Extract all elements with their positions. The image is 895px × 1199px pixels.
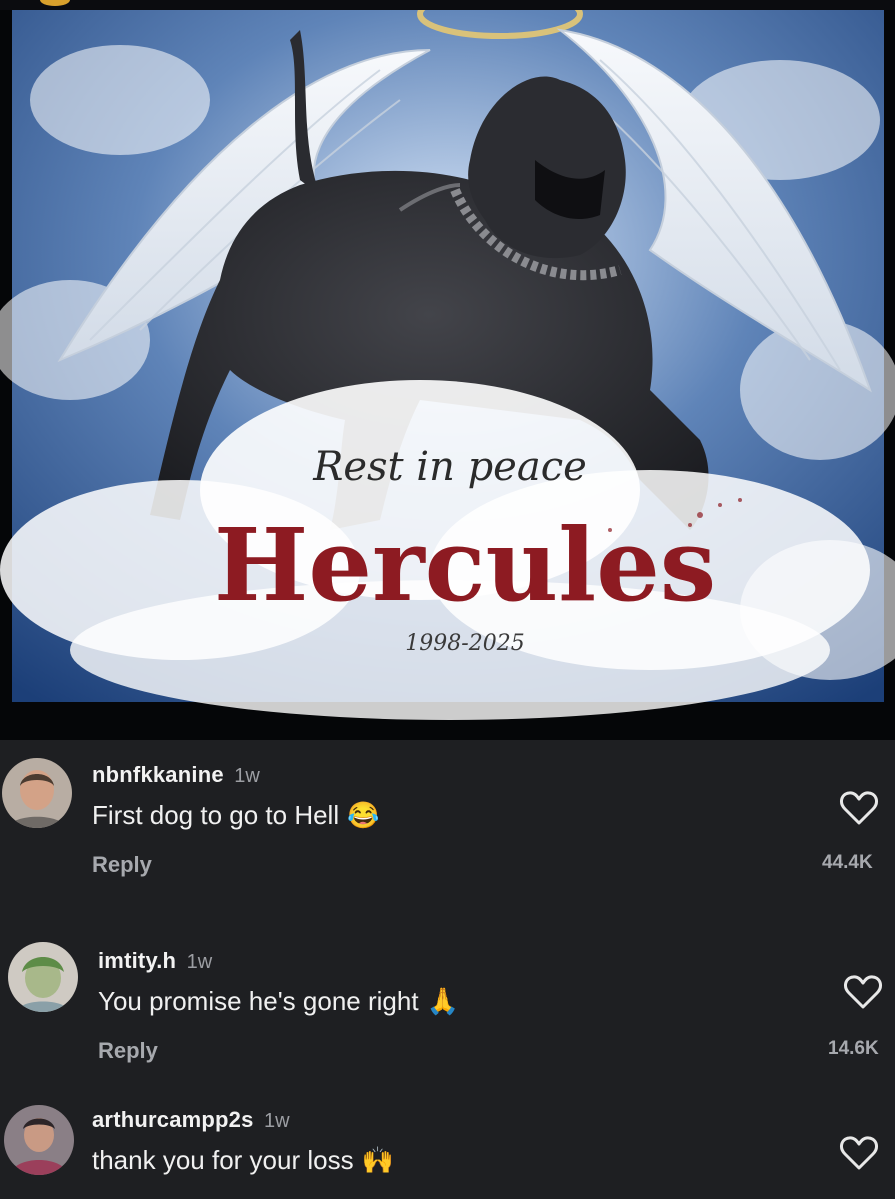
comment-body: thank you for your loss [92, 1145, 354, 1175]
memorial-artwork: Rest in peace Hercules 1998-2025 [0, 10, 895, 720]
status-strip [0, 0, 895, 10]
reply-button[interactable]: Reply [92, 852, 152, 878]
comment-header: nbnfkkanine 1w [92, 762, 260, 788]
heart-outline-icon[interactable] [843, 974, 883, 1010]
comment-text: You promise he's gone right 🙏 [98, 986, 459, 1017]
memorial-post-image[interactable]: Rest in peace Hercules 1998-2025 [0, 10, 895, 740]
comment-body: First dog to go to Hell [92, 800, 340, 830]
comment-header: imtity.h 1w [98, 948, 212, 974]
like-count: 14.6K [828, 1038, 879, 1059]
avatar[interactable] [4, 1105, 74, 1175]
years-text: 1998-2025 [405, 631, 524, 656]
raising-hands-emoji-icon: 🙌 [361, 1145, 394, 1175]
laughing-emoji-icon: 😂 [347, 800, 380, 830]
timestamp: 1w [264, 1110, 290, 1132]
reply-button[interactable]: Reply [98, 1038, 158, 1064]
praying-hands-emoji-icon: 🙏 [426, 986, 459, 1016]
username[interactable]: arthurcampp2s [92, 1107, 254, 1132]
avatar[interactable] [2, 758, 72, 828]
heart-outline-icon[interactable] [839, 1135, 879, 1171]
status-indicator [40, 0, 70, 6]
like-count: 44.4K [822, 852, 873, 873]
comment-body: You promise he's gone right [98, 986, 419, 1016]
username[interactable]: nbnfkkanine [92, 762, 224, 787]
comments-section: nbnfkkanine 1w First dog to go to Hell 😂 … [0, 740, 895, 1199]
heart-outline-icon[interactable] [839, 790, 879, 826]
comment-header: arthurcampp2s 1w [92, 1107, 290, 1133]
timestamp: 1w [234, 765, 260, 787]
comment-text: First dog to go to Hell 😂 [92, 800, 380, 831]
timestamp: 1w [186, 951, 213, 973]
hercules-title: Hercules [214, 506, 716, 624]
instagram-comments-screen: Rest in peace Hercules 1998-2025 nbnfkka… [0, 0, 895, 1199]
username[interactable]: imtity.h [98, 948, 176, 973]
comment-text: thank you for your loss 🙌 [92, 1145, 394, 1176]
rest-in-peace-text: Rest in peace [312, 444, 587, 490]
avatar[interactable] [8, 942, 78, 1012]
